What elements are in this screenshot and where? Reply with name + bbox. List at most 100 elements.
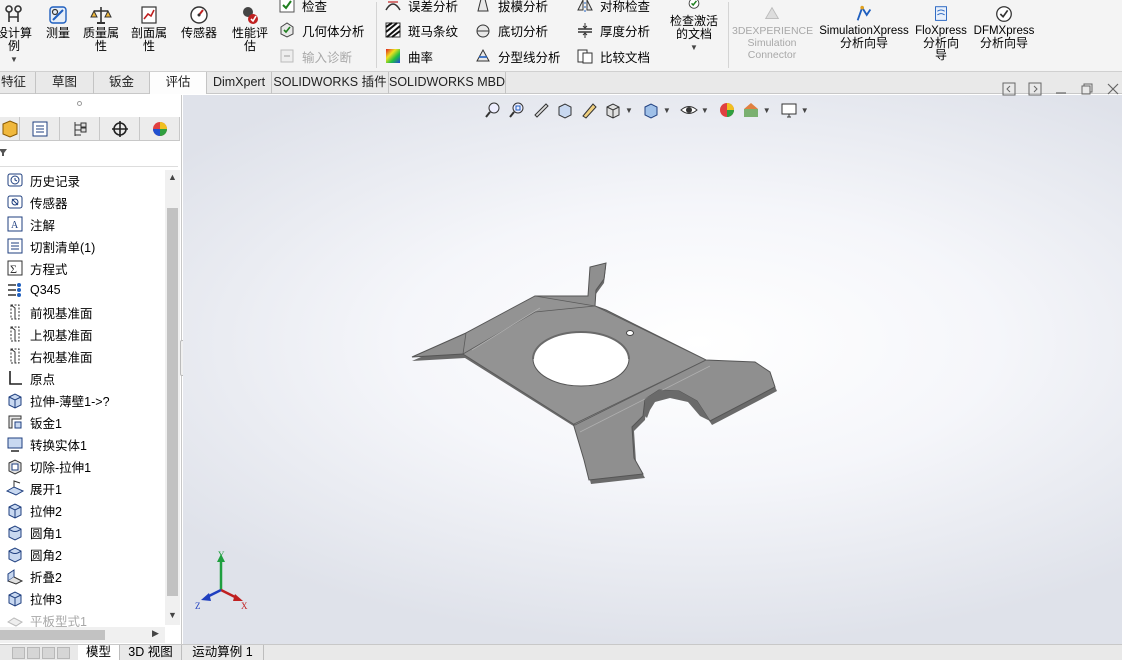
dfmxpress-button[interactable]: DFMXpress 分析向导	[972, 2, 1036, 49]
draft-analysis-button[interactable]: 拔模分析	[474, 0, 548, 16]
dfmxpress-icon	[996, 6, 1012, 22]
tree-item[interactable]: 转换实体1	[6, 433, 87, 455]
tree-item[interactable]: 展开1	[6, 477, 62, 499]
ribbon-divider	[376, 2, 377, 68]
tab-evaluate[interactable]: 评估	[150, 72, 207, 94]
tree-item[interactable]: 切除-拉伸1	[6, 455, 91, 477]
tree-item[interactable]: 拉伸3	[6, 587, 62, 609]
tree-item[interactable]: 圆角1	[6, 521, 62, 543]
sheet-metal-icon	[8, 415, 22, 429]
tree-item[interactable]: A 注解	[6, 213, 55, 235]
tree-item[interactable]: 切割清单(1)	[6, 235, 95, 257]
tab-sheet-metal[interactable]: 钣金	[94, 72, 150, 94]
command-manager-ribbon: 设计算 例 ▼ 测量 质量属 性 剖面属 性 传感器 性能评 估 检查 几何体分…	[0, 0, 1122, 72]
check-active-document-button[interactable]: 检查激活 的文档 ▼	[666, 0, 722, 54]
display-manager-icon	[152, 122, 167, 136]
scroll-up-icon[interactable]: ▲	[168, 172, 177, 182]
sheet-metal-part-model[interactable]	[183, 95, 1122, 644]
vertical-scrollbar[interactable]: ▲ ▼	[165, 170, 180, 625]
zebra-stripes-button[interactable]: 斑马条纹	[384, 19, 458, 41]
minimize-icon[interactable]	[1054, 82, 1068, 96]
chevron-down-icon: ▼	[10, 55, 18, 64]
undercut-analysis-button[interactable]: 底切分析	[474, 19, 548, 41]
tree-item[interactable]: 历史记录	[6, 169, 80, 191]
ribbon-divider	[728, 2, 729, 68]
last-tab-button[interactable]	[57, 647, 70, 659]
tile-right-icon[interactable]	[1028, 82, 1042, 96]
parting-line-analysis-icon	[476, 48, 490, 62]
configurationmanager-tab[interactable]	[60, 117, 100, 141]
performance-evaluation-button[interactable]: 性能评 估	[228, 2, 272, 53]
tree-item-label: 折叠2	[30, 570, 62, 585]
tab-dimxpert[interactable]: DimXpert	[207, 72, 272, 94]
design-study-button[interactable]: 设计算 例 ▼	[0, 2, 34, 66]
panel-grip[interactable]	[77, 101, 82, 106]
tree-item-label: 原点	[30, 372, 56, 387]
fillet-icon	[8, 525, 22, 541]
check-icon	[279, 0, 295, 13]
bottom-tab-bar: 模型 3D 视图 运动算例 1	[0, 644, 1122, 660]
sensor-button[interactable]: 传感器	[176, 2, 222, 40]
section-properties-button[interactable]: 剖面属 性	[127, 2, 171, 53]
sensor-icon	[190, 6, 208, 24]
draft-analysis-icon	[477, 0, 489, 12]
tab-sketch[interactable]: 草图	[36, 72, 94, 94]
tab-solidworks-mbd[interactable]: SOLIDWORKS MBD	[389, 72, 506, 94]
scroll-thumb[interactable]	[0, 630, 105, 640]
tree-item[interactable]: Σ 方程式	[6, 257, 68, 279]
first-tab-button[interactable]	[12, 647, 25, 659]
tab-model[interactable]: 模型	[78, 645, 120, 660]
tab-features[interactable]: 特征	[0, 72, 36, 94]
scroll-thumb[interactable]	[167, 208, 178, 596]
parting-line-analysis-button[interactable]: 分型线分析	[474, 45, 561, 67]
curvature-button[interactable]: 曲率	[384, 45, 433, 67]
svg-text:Σ: Σ	[10, 262, 17, 276]
geometry-analysis-button[interactable]: 几何体分析	[278, 19, 365, 41]
simulation-connector-button[interactable]: 3DEXPERIENCE Simulation Connector	[732, 2, 813, 61]
tile-left-icon[interactable]	[1002, 82, 1016, 96]
command-manager-tabs: 特征 草图 钣金 评估 DimXpert SOLIDWORKS 插件 SOLID…	[0, 72, 1122, 94]
tree-filter[interactable]	[0, 143, 178, 167]
close-icon[interactable]	[1106, 82, 1120, 96]
check-button[interactable]: 检查	[278, 0, 327, 16]
scroll-down-icon[interactable]: ▼	[168, 610, 177, 620]
simulationxpress-button[interactable]: SimulationXpress 分析向导	[816, 2, 912, 49]
tree-item[interactable]: 上视基准面	[6, 323, 93, 345]
graphics-area[interactable]: ▼ ▼ ▼ ▼ ▼ Y X Z	[183, 95, 1122, 644]
tree-item[interactable]: 折叠2	[6, 565, 62, 587]
design-study-icon	[5, 5, 22, 22]
tree-item[interactable]: 原点	[6, 367, 55, 389]
tab-solidworks-addins[interactable]: SOLIDWORKS 插件	[272, 72, 389, 94]
tab-3d-views[interactable]: 3D 视图	[120, 645, 182, 660]
tree-item[interactable]: 圆角2	[6, 543, 62, 565]
fold-icon	[7, 569, 24, 585]
propertymanager-tab[interactable]	[20, 117, 60, 141]
prev-tab-button[interactable]	[27, 647, 40, 659]
tree-item[interactable]: 拉伸2	[6, 499, 62, 521]
thickness-analysis-button[interactable]: 厚度分析	[576, 19, 650, 41]
scroll-right-icon[interactable]: ▶	[152, 628, 159, 639]
convert-entities-icon	[7, 437, 23, 452]
mass-properties-button[interactable]: 质量属 性	[79, 2, 123, 53]
horizontal-scrollbar[interactable]: ▶	[0, 627, 165, 643]
performance-evaluation-icon	[243, 7, 258, 24]
dimxpertmanager-tab[interactable]	[100, 117, 140, 141]
compare-documents-button[interactable]: 比较文档	[576, 45, 650, 67]
restore-icon[interactable]	[1080, 82, 1094, 96]
tree-item[interactable]: 钣金1	[6, 411, 62, 433]
tree-item[interactable]: Q345	[6, 279, 61, 301]
displaymanager-tab[interactable]	[140, 117, 180, 141]
import-diagnostics-button[interactable]: 输入诊断	[278, 45, 352, 67]
featuremanager-tab[interactable]	[0, 117, 20, 141]
next-tab-button[interactable]	[42, 647, 55, 659]
tree-item[interactable]: 拉伸-薄壁1->?	[6, 389, 110, 411]
deviation-analysis-button[interactable]: 误差分析	[384, 0, 458, 16]
sensors-icon	[7, 195, 23, 209]
tree-item[interactable]: 右视基准面	[6, 345, 93, 367]
measure-button[interactable]: 测量	[40, 2, 76, 40]
floxpress-button[interactable]: FloXpress 分析向 导	[914, 2, 968, 61]
tree-item[interactable]: 传感器	[6, 191, 68, 213]
tab-motion-study[interactable]: 运动算例 1	[182, 645, 264, 660]
symmetry-check-button[interactable]: 对称检查	[576, 0, 650, 16]
tree-item[interactable]: 前视基准面	[6, 301, 93, 323]
